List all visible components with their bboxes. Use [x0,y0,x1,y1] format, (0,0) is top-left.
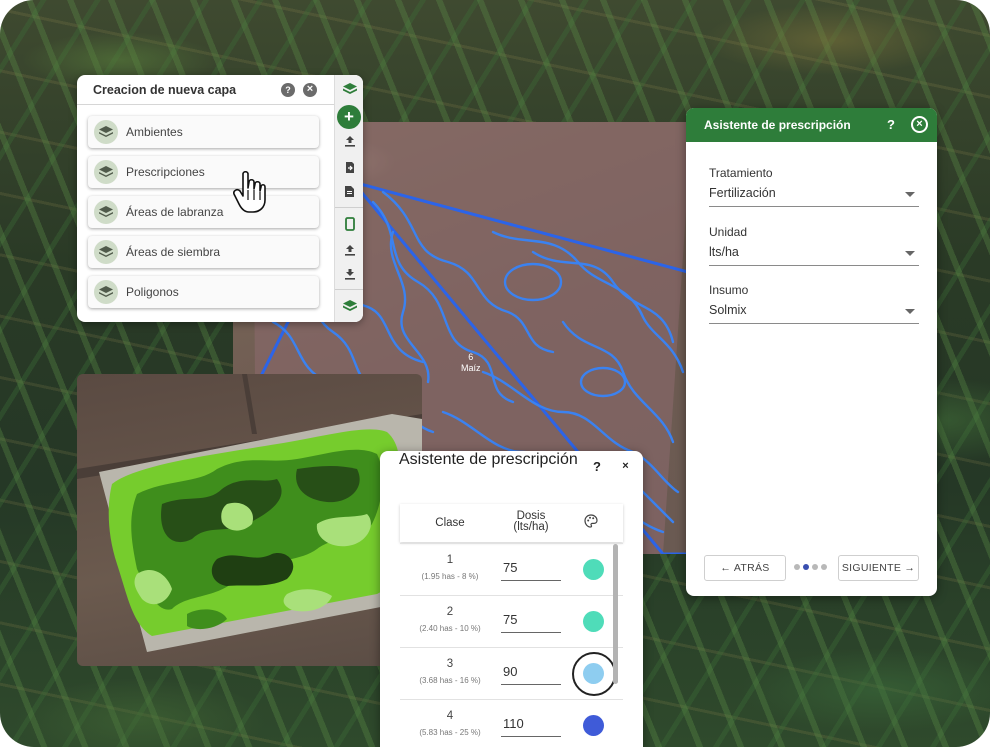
field-number: 6 [468,352,474,362]
dose-wizard: Asistente de prescripción ? × Clase Dosi… [380,451,643,747]
cornfield-background: 6 Maíz Creacion de nueva capa ? × Ambien… [0,0,990,747]
step-dot [812,564,818,570]
phone-icon[interactable] [335,214,363,234]
dose-input[interactable]: 75 [501,612,561,633]
table-header: Clase Dosis (lts/ha) [400,504,623,542]
layer-item-label: Prescripciones [126,165,205,179]
field-label: 6 Maíz [461,352,481,374]
class-detail: (2.40 has - 10 %) [419,624,481,633]
chevron-down-icon [905,251,915,256]
layer-item-poligonos[interactable]: Poligonos [88,276,319,308]
layer-item-label: Poligonos [126,285,179,299]
color-swatch[interactable] [583,559,604,580]
table-row: 2 (2.40 has - 10 %) 75 [400,595,623,647]
layers-icon[interactable] [335,79,363,99]
tratamiento-select[interactable]: Fertilización [709,186,919,207]
insumo-select[interactable]: Solmix [709,303,919,324]
class-number: 3 [446,658,454,670]
layer-toolbar: + [334,75,363,322]
layer-panel-title: Creacion de nueva capa [93,82,237,97]
upload-icon[interactable] [335,240,363,260]
dosis-unit: (lts/ha) [513,521,549,533]
class-detail: (5.83 has - 25 %) [419,728,481,737]
layers-icon[interactable] [335,296,363,316]
close-icon[interactable]: × [911,116,928,133]
class-number: 4 [446,710,454,722]
download-icon[interactable] [335,264,363,284]
layer-creation-panel: Creacion de nueva capa ? × Ambientes Pre… [77,75,363,322]
field-value: lts/ha [709,245,739,259]
hand-cursor-icon [233,170,266,213]
layer-item-areas-siembra[interactable]: Áreas de siembra [88,236,319,268]
help-icon[interactable]: ? [281,83,295,97]
wizard-header: Asistente de prescripción ? × [686,108,937,142]
tratamiento-field[interactable]: Tratamiento Fertilización [709,166,919,207]
zone-map[interactable] [77,374,422,666]
add-icon[interactable]: + [337,105,361,129]
field-value: Solmix [709,303,747,317]
layer-item-label: Áreas de siembra [126,245,221,259]
unidad-field[interactable]: Unidad lts/ha [709,225,919,266]
layer-item-label: Ambientes [126,125,183,139]
layer-panel-header: Creacion de nueva capa ? × [77,75,334,105]
field-crop: Maíz [461,363,481,373]
table-row: 1 (1.95 has - 8 %) 75 [400,543,623,595]
field-label: Insumo [709,283,749,297]
table-row: 3 (3.68 has - 16 %) 90 [400,647,623,699]
layers-icon [94,200,118,224]
step-dot [794,564,800,570]
dose-input[interactable]: 110 [501,716,561,737]
layers-icon [94,240,118,264]
field-value: Fertilización [709,186,776,200]
scrollbar[interactable] [613,544,618,684]
column-header-dosis: Dosis (lts/ha) [500,510,562,533]
dose-input[interactable]: 75 [501,560,561,581]
chevron-down-icon [905,309,915,314]
insumo-field[interactable]: Insumo Solmix [709,283,919,324]
next-button[interactable]: SIGUIENTE → [838,555,919,581]
wizard-title: Asistente de prescripción [399,451,578,468]
layers-icon [94,280,118,304]
layer-item-prescripciones[interactable]: Prescripciones [88,156,319,188]
step-dot-active [803,564,809,570]
layer-item-ambientes[interactable]: Ambientes [88,116,319,148]
column-header-clase: Clase [435,517,465,529]
palette-icon[interactable] [584,514,598,531]
layer-item-areas-labranza[interactable]: Áreas de labranza [88,196,319,228]
unidad-select[interactable]: lts/ha [709,245,919,266]
layers-icon [94,160,118,184]
color-swatch[interactable] [583,611,604,632]
help-icon[interactable]: ? [593,459,601,474]
help-icon[interactable]: ? [887,117,895,132]
dose-input[interactable]: 90 [501,664,561,685]
color-swatch[interactable] [583,715,604,736]
export-icon[interactable] [335,157,363,177]
class-number: 1 [446,554,454,566]
wizard-title: Asistente de prescripción [704,118,851,132]
wizard-header: Asistente de prescripción ? × [380,451,643,483]
table-row: 4 (5.83 has - 25 %) 110 [400,699,623,747]
layers-icon [94,120,118,144]
upload-icon[interactable] [335,131,363,151]
back-button[interactable]: ← ATRÁS [704,555,786,581]
step-dot [821,564,827,570]
class-detail: (1.95 has - 8 %) [421,572,479,581]
chevron-down-icon [905,192,915,197]
field-label: Tratamiento [709,166,773,180]
layer-item-label: Áreas de labranza [126,205,224,219]
field-label: Unidad [709,225,748,239]
step-indicator [794,564,827,570]
close-icon[interactable]: × [303,83,317,97]
close-icon[interactable]: × [617,458,634,475]
class-number: 2 [446,606,454,618]
file-icon[interactable] [335,181,363,201]
class-detail: (3.68 has - 16 %) [419,676,481,685]
prescription-wizard: Asistente de prescripción ? × Tratamient… [686,108,937,596]
selection-ring [572,652,616,696]
